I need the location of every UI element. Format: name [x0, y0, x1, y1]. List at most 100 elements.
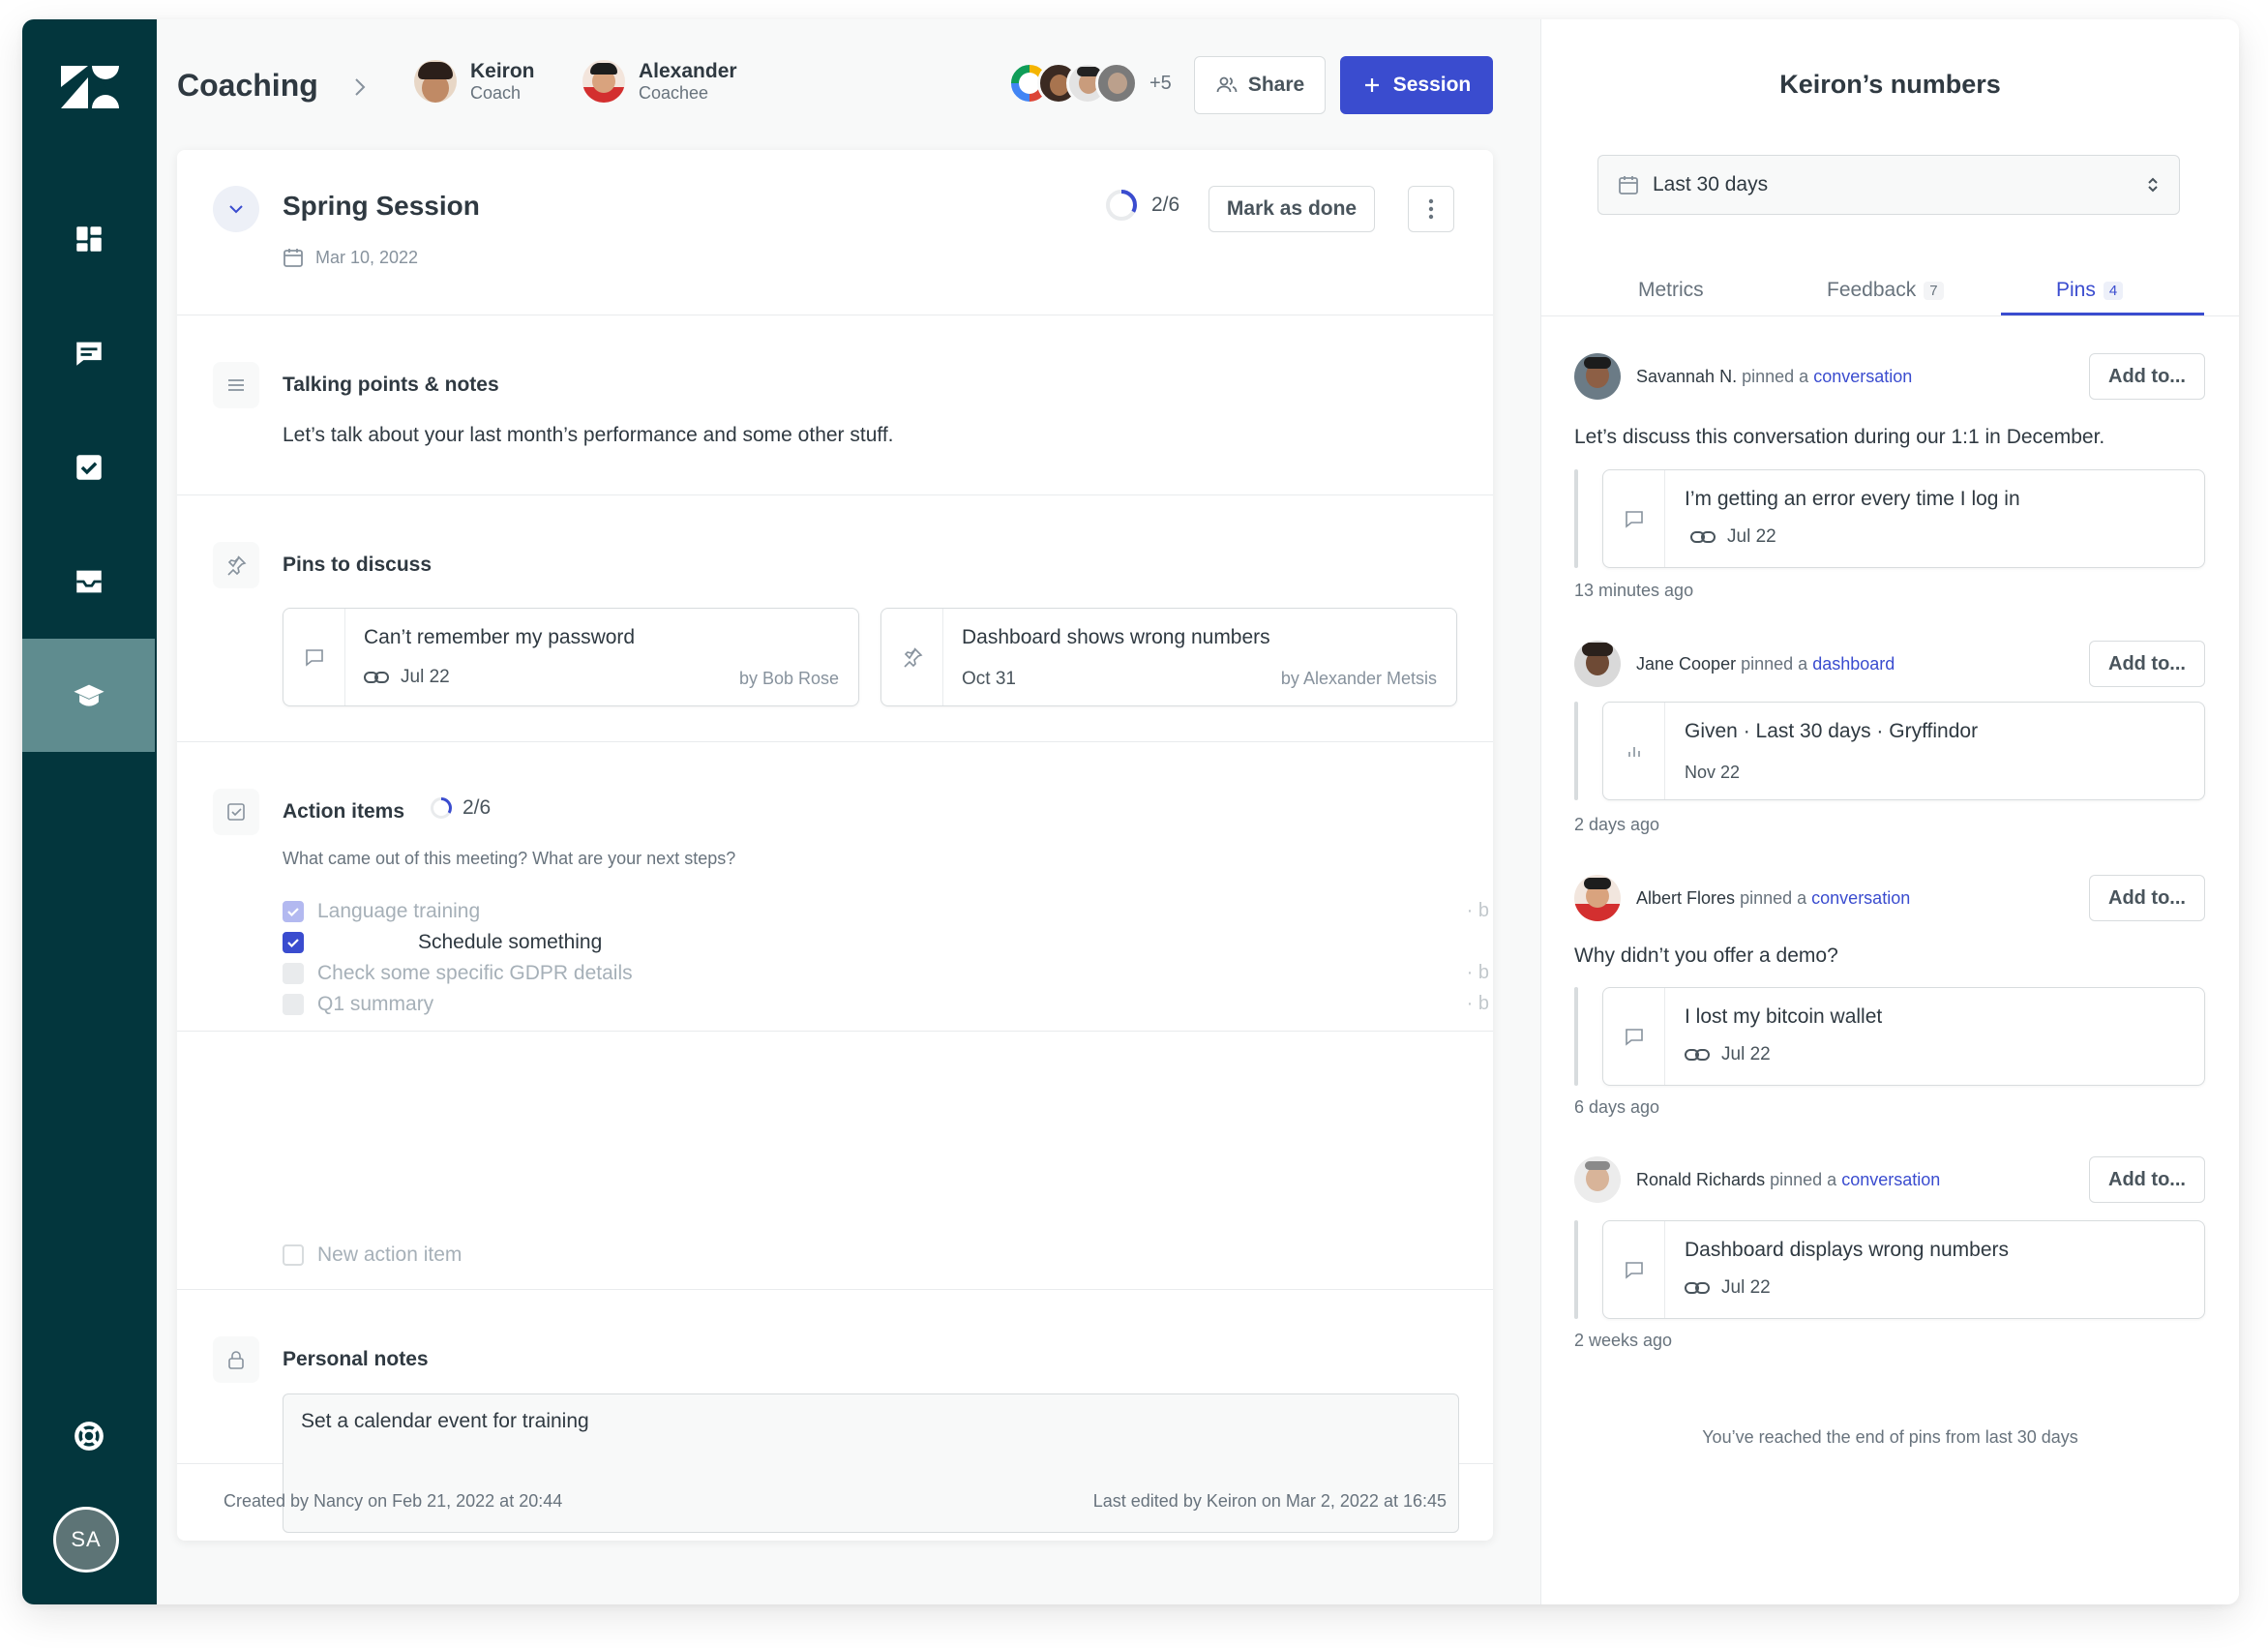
sidebar-item-help[interactable]	[22, 1379, 155, 1492]
sidebar-item-dashboard[interactable]	[22, 182, 155, 295]
sidebar-item-inbox[interactable]	[22, 524, 155, 638]
personal-notes-textarea[interactable]: Set a calendar event for training	[283, 1393, 1459, 1533]
quote-box: Dashboard displays wrong numbers Jul 22	[1602, 1220, 2205, 1319]
action-item-tail: · b	[1466, 900, 1489, 921]
pin-verb: pinned a	[1742, 366, 1809, 386]
pin-quote[interactable]: Dashboard displays wrong numbers Jul 22	[1574, 1220, 2205, 1319]
action-items-subtitle: What came out of this meeting? What are …	[283, 849, 736, 868]
zendesk-logo-icon[interactable]	[61, 66, 119, 108]
action-item[interactable]: Check some specific GDPR details	[283, 962, 633, 985]
pin-icon	[213, 542, 259, 588]
calendar-icon	[1619, 176, 1638, 195]
add-to-button[interactable]: Add to...	[2089, 641, 2205, 687]
quote-bar	[1574, 702, 1578, 800]
pin-entry-header: Ronald Richards pinned a conversation	[1574, 1156, 1940, 1203]
action-item[interactable]: Schedule something	[283, 931, 602, 954]
more-options-button[interactable]	[1408, 186, 1454, 232]
pin-card-date: Jul 22	[401, 667, 450, 687]
quote-date: Jul 22	[1721, 1277, 1771, 1298]
check-icon	[287, 939, 299, 948]
link-icon	[1690, 531, 1716, 543]
quote-date: Jul 22	[1727, 526, 1776, 547]
chevron-down-icon	[229, 205, 243, 214]
new-action-item[interactable]: New action item	[283, 1243, 462, 1267]
session-date-text: Mar 10, 2022	[315, 247, 419, 267]
pin-object-link[interactable]: conversation	[1811, 888, 1910, 908]
action-item[interactable]: Q1 summary	[283, 993, 433, 1016]
checkbox[interactable]	[283, 901, 304, 922]
checkbox[interactable]	[283, 1244, 304, 1266]
pin-entry: Savannah N. pinned a conversation Add to…	[1574, 353, 2205, 624]
tab-pins[interactable]: Pins 4	[2056, 279, 2124, 302]
participants-stack[interactable]: +5	[1008, 62, 1172, 105]
checkbox[interactable]	[283, 994, 304, 1015]
session-title: Spring Session	[283, 191, 480, 221]
pin-verb: pinned a	[1741, 653, 1808, 674]
talking-points-body[interactable]: Let’s talk about your last month’s perfo…	[283, 424, 894, 447]
chat-icon	[1603, 1221, 1665, 1318]
sidebar-item-chat[interactable]	[22, 296, 155, 409]
quote-title: I’m getting an error every time I log in	[1685, 488, 2020, 510]
action-items-progress: 2/6	[430, 796, 491, 820]
quote-box: I lost my bitcoin wallet Jul 22	[1602, 987, 2205, 1086]
session-progress-text: 2/6	[1151, 194, 1180, 216]
quote-title: Dashboard displays wrong numbers	[1685, 1239, 2010, 1261]
pin-card[interactable]: Dashboard shows wrong numbers Oct 31 by …	[880, 608, 1457, 706]
pin-entry: Albert Flores pinned a conversation Add …	[1574, 875, 2205, 1136]
active-tab-indicator	[2001, 313, 2204, 315]
quote-box: I’m getting an error every time I log in…	[1602, 469, 2205, 568]
pin-user: Jane Cooper	[1636, 653, 1737, 674]
pin-quote[interactable]: I’m getting an error every time I log in…	[1574, 469, 2205, 568]
pin-card[interactable]: Can’t remember my password Jul 22 by Bob…	[283, 608, 859, 706]
action-item-label: Language training	[317, 900, 481, 922]
session-button-label: Session	[1392, 74, 1472, 96]
pin-quote[interactable]: I lost my bitcoin wallet Jul 22	[1574, 987, 2205, 1086]
pin-object-link[interactable]: conversation	[1813, 367, 1912, 386]
checkbox[interactable]	[283, 932, 304, 953]
new-action-item-label[interactable]: New action item	[317, 1243, 462, 1267]
add-to-button[interactable]: Add to...	[2089, 1156, 2205, 1203]
action-item-label: Check some specific GDPR details	[317, 962, 633, 984]
add-to-button[interactable]: Add to...	[2089, 875, 2205, 921]
date-range-select[interactable]: Last 30 days	[1597, 155, 2180, 215]
share-button[interactable]: Share	[1194, 56, 1326, 114]
pin-entry: Jane Cooper pinned a dashboard Add to...…	[1574, 641, 2205, 863]
coachee-person[interactable]: Alexander Coachee	[582, 60, 737, 103]
users-icon	[1216, 76, 1238, 93]
pin-time-ago: 13 minutes ago	[1574, 581, 1694, 600]
select-arrows-icon	[2148, 177, 2158, 193]
chat-icon	[284, 609, 345, 705]
dashboard-icon	[75, 225, 102, 252]
pin-object-link[interactable]: conversation	[1841, 1170, 1940, 1189]
quote-box: Given · Last 30 days · Gryffindor Nov 22	[1602, 702, 2205, 800]
avatar	[1574, 875, 1621, 921]
checkbox[interactable]	[283, 963, 304, 984]
tab-feedback[interactable]: Feedback 7	[1827, 279, 1944, 302]
sidebar: SA	[22, 19, 157, 1604]
action-item[interactable]: Language training	[283, 900, 480, 923]
talking-points-section: Talking points & notes Let’s talk about …	[177, 315, 1493, 495]
coachee-name: Alexander	[639, 60, 737, 82]
user-avatar[interactable]: SA	[53, 1507, 119, 1573]
sidebar-item-coaching[interactable]	[22, 639, 155, 752]
add-session-button[interactable]: Session	[1340, 56, 1493, 114]
add-to-button[interactable]: Add to...	[2089, 353, 2205, 400]
session-progress: 2/6	[1105, 189, 1179, 222]
sidebar-item-tasks[interactable]	[22, 410, 155, 524]
top-bar: Coaching Keiron Coach Alexander Coachee …	[157, 19, 1540, 155]
pin-card-meta: Oct 31	[962, 669, 1016, 690]
main-area: Coaching Keiron Coach Alexander Coachee …	[157, 19, 1540, 1604]
pin-entry-header: Jane Cooper pinned a dashboard	[1574, 641, 1895, 687]
pin-comment: Why didn’t you offer a demo?	[1574, 944, 1838, 967]
coach-role: Coach	[470, 83, 522, 103]
avatar	[1095, 62, 1138, 105]
tab-metrics[interactable]: Metrics	[1638, 279, 1704, 302]
mark-as-done-button[interactable]: Mark as done	[1209, 186, 1375, 232]
pin-object-link[interactable]: dashboard	[1812, 654, 1895, 674]
coach-person[interactable]: Keiron Coach	[414, 60, 535, 103]
pin-quote[interactable]: Given · Last 30 days · Gryffindor Nov 22	[1574, 702, 2205, 800]
coach-name: Keiron	[470, 60, 535, 82]
collapse-button[interactable]	[213, 186, 259, 232]
quote-date: Jul 22	[1721, 1044, 1771, 1064]
checkbox-list-icon	[213, 789, 259, 835]
